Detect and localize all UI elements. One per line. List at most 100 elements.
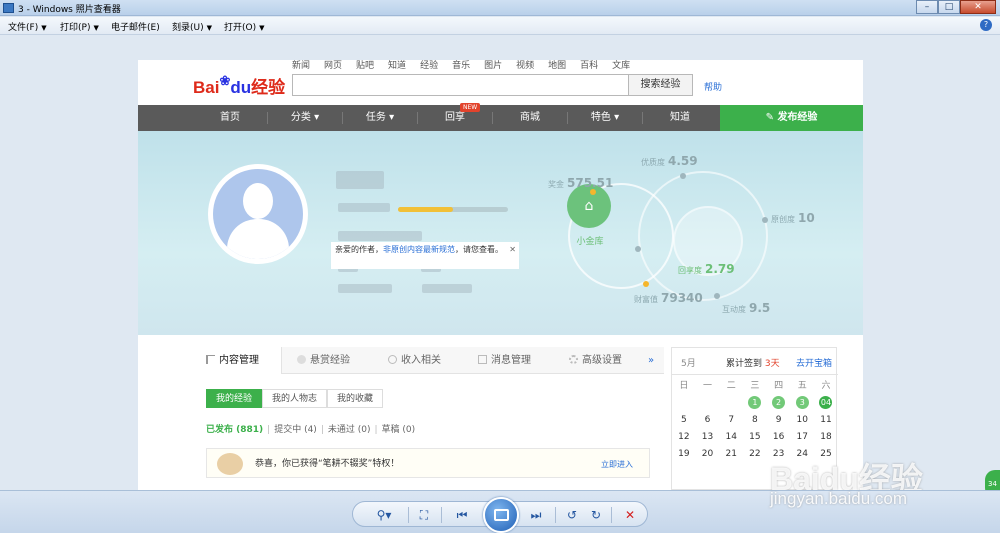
menu-burn-label: 刻录(U) [172, 23, 204, 33]
calendar-day[interactable]: 21 [719, 446, 743, 463]
day-number: 7 [728, 415, 735, 425]
award-more-link[interactable]: 立即进入 [601, 459, 633, 470]
calendar-day[interactable]: 14 [719, 429, 743, 446]
subtab-my-favorites[interactable]: 我的收藏 [327, 389, 384, 408]
menu-burn[interactable]: 刻录(U) ▼ [172, 20, 212, 33]
top-link[interactable]: 文库 [612, 60, 630, 71]
calendar-day[interactable]: 15 [743, 429, 767, 446]
publish-button[interactable]: ✎ 发布经验 [720, 105, 863, 131]
top-link[interactable]: 百科 [580, 60, 598, 71]
zoom-icon[interactable]: ⚲▾ [371, 506, 397, 524]
top-link[interactable]: 网页 [324, 60, 342, 71]
tab-label: 消息管理 [491, 355, 531, 366]
help-icon[interactable]: ? [980, 19, 992, 31]
nav-zhidao[interactable]: 知道 [643, 105, 717, 131]
filter-published[interactable]: 已发布 (881) [206, 425, 263, 435]
chevron-down-icon: ▼ [41, 24, 47, 32]
status-filters: 已发布 (881) | 提交中 (4) | 未通过 (0) | 草稿 (0) [206, 422, 415, 435]
calendar-day[interactable]: 17 [790, 429, 814, 446]
calendar-day[interactable]: 1 [743, 395, 767, 412]
help-link[interactable]: 帮助 [704, 80, 722, 93]
calendar-day[interactable]: 20 [696, 446, 720, 463]
toolbar-divider [441, 507, 442, 523]
slideshow-button[interactable] [483, 497, 519, 533]
menu-email[interactable]: 电子邮件(E) [111, 20, 160, 33]
quality-dot [680, 173, 686, 179]
calendar-day[interactable]: 13 [696, 429, 720, 446]
search-button[interactable]: 搜索经验 [628, 74, 693, 96]
top-link[interactable]: 图片 [484, 60, 502, 71]
baidu-jingyan-logo[interactable]: Bai❀du经验 [193, 73, 285, 98]
rotate-cw-icon[interactable]: ↻ [587, 506, 605, 524]
menu-file[interactable]: 文件(F) ▼ [8, 20, 47, 33]
top-link[interactable]: 视频 [516, 60, 534, 71]
fit-window-icon[interactable]: ⛶ [415, 506, 433, 524]
calendar-day[interactable]: 5 [672, 412, 696, 429]
previous-icon[interactable]: ⏮ [453, 506, 471, 524]
next-icon[interactable]: ⏭ [527, 506, 545, 524]
signature-blurred [338, 231, 422, 241]
weekday-label: 六 [821, 381, 831, 391]
top-link[interactable]: 贴吧 [356, 60, 374, 71]
notice-link[interactable]: 非原创内容最新规范 [383, 245, 455, 254]
wealth-dot [643, 281, 649, 287]
calendar-day[interactable]: 18 [814, 429, 838, 446]
original-label: 原创度 [771, 215, 795, 224]
menu-print[interactable]: 打印(P) ▼ [60, 20, 99, 33]
calendar-day[interactable]: 04 [814, 395, 838, 412]
close-icon[interactable]: ✕ [509, 244, 516, 256]
top-link[interactable]: 地图 [548, 60, 566, 71]
tab-messages[interactable]: 消息管理 [478, 347, 531, 374]
new-badge: NEW [460, 103, 481, 112]
top-link[interactable]: 知道 [388, 60, 406, 71]
tabs-more-button[interactable]: » [648, 347, 654, 374]
calendar-day[interactable]: 6 [696, 412, 720, 429]
window-title: 3 - Windows 照片查看器 [18, 5, 121, 15]
calendar-day[interactable]: 7 [719, 412, 743, 429]
minimize-button[interactable]: – [916, 0, 938, 14]
calendar-day[interactable]: 12 [672, 429, 696, 446]
share-value: 2.79 [705, 262, 735, 276]
nav-category[interactable]: 分类 ▾ [268, 105, 342, 131]
signed-day-marker: 2 [772, 396, 786, 409]
subtab-my-people[interactable]: 我的人物志 [262, 389, 328, 408]
calendar-day[interactable]: 10 [790, 412, 814, 429]
rotate-ccw-icon[interactable]: ↺ [563, 506, 581, 524]
tab-content-management[interactable]: 内容管理 [192, 347, 282, 374]
filter-rejected[interactable]: 未通过 (0) [328, 425, 371, 435]
calendar-day[interactable]: 2 [767, 395, 791, 412]
calendar-day[interactable]: 16 [767, 429, 791, 446]
delete-icon[interactable]: ✕ [621, 506, 639, 524]
nav-featured[interactable]: 特色 ▾ [568, 105, 642, 131]
calendar-day[interactable]: 19 [672, 446, 696, 463]
open-chest-link[interactable]: 去开宝箱 [796, 356, 832, 369]
nav-huixiang[interactable]: 回享 [418, 105, 492, 131]
filter-submitting[interactable]: 提交中 (4) [274, 425, 317, 435]
username-blurred [336, 171, 384, 189]
interact-value: 9.5 [749, 301, 771, 315]
calendar-day[interactable]: 9 [767, 412, 791, 429]
calendar-day[interactable]: 22 [743, 446, 767, 463]
top-link[interactable]: 经验 [420, 60, 438, 71]
avatar[interactable] [208, 164, 308, 264]
nav-home[interactable]: 首页 [193, 105, 267, 131]
tab-advanced-settings[interactable]: 高级设置 [569, 347, 622, 374]
tab-reward-experience[interactable]: 悬赏经验 [297, 347, 350, 374]
nav-tasks[interactable]: 任务 ▾ [343, 105, 417, 131]
level-progress-bar [398, 207, 508, 212]
logo-bai: Bai [193, 78, 220, 97]
close-button[interactable]: ✕ [960, 0, 996, 14]
maximize-button[interactable]: □ [938, 0, 960, 14]
stat-row-blurred [422, 284, 472, 293]
top-link[interactable]: 音乐 [452, 60, 470, 71]
tab-income[interactable]: 收入相关 [388, 347, 441, 374]
search-input[interactable] [292, 74, 629, 96]
calendar-day[interactable]: 8 [743, 412, 767, 429]
menu-open[interactable]: 打开(O) ▼ [224, 20, 265, 33]
calendar-day[interactable]: 3 [790, 395, 814, 412]
filter-draft[interactable]: 草稿 (0) [382, 425, 416, 435]
subtab-my-experience[interactable]: 我的经验 [206, 389, 263, 408]
calendar-day[interactable]: 11 [814, 412, 838, 429]
nav-mall[interactable]: 商城 [493, 105, 567, 131]
top-link[interactable]: 新闻 [292, 60, 310, 71]
